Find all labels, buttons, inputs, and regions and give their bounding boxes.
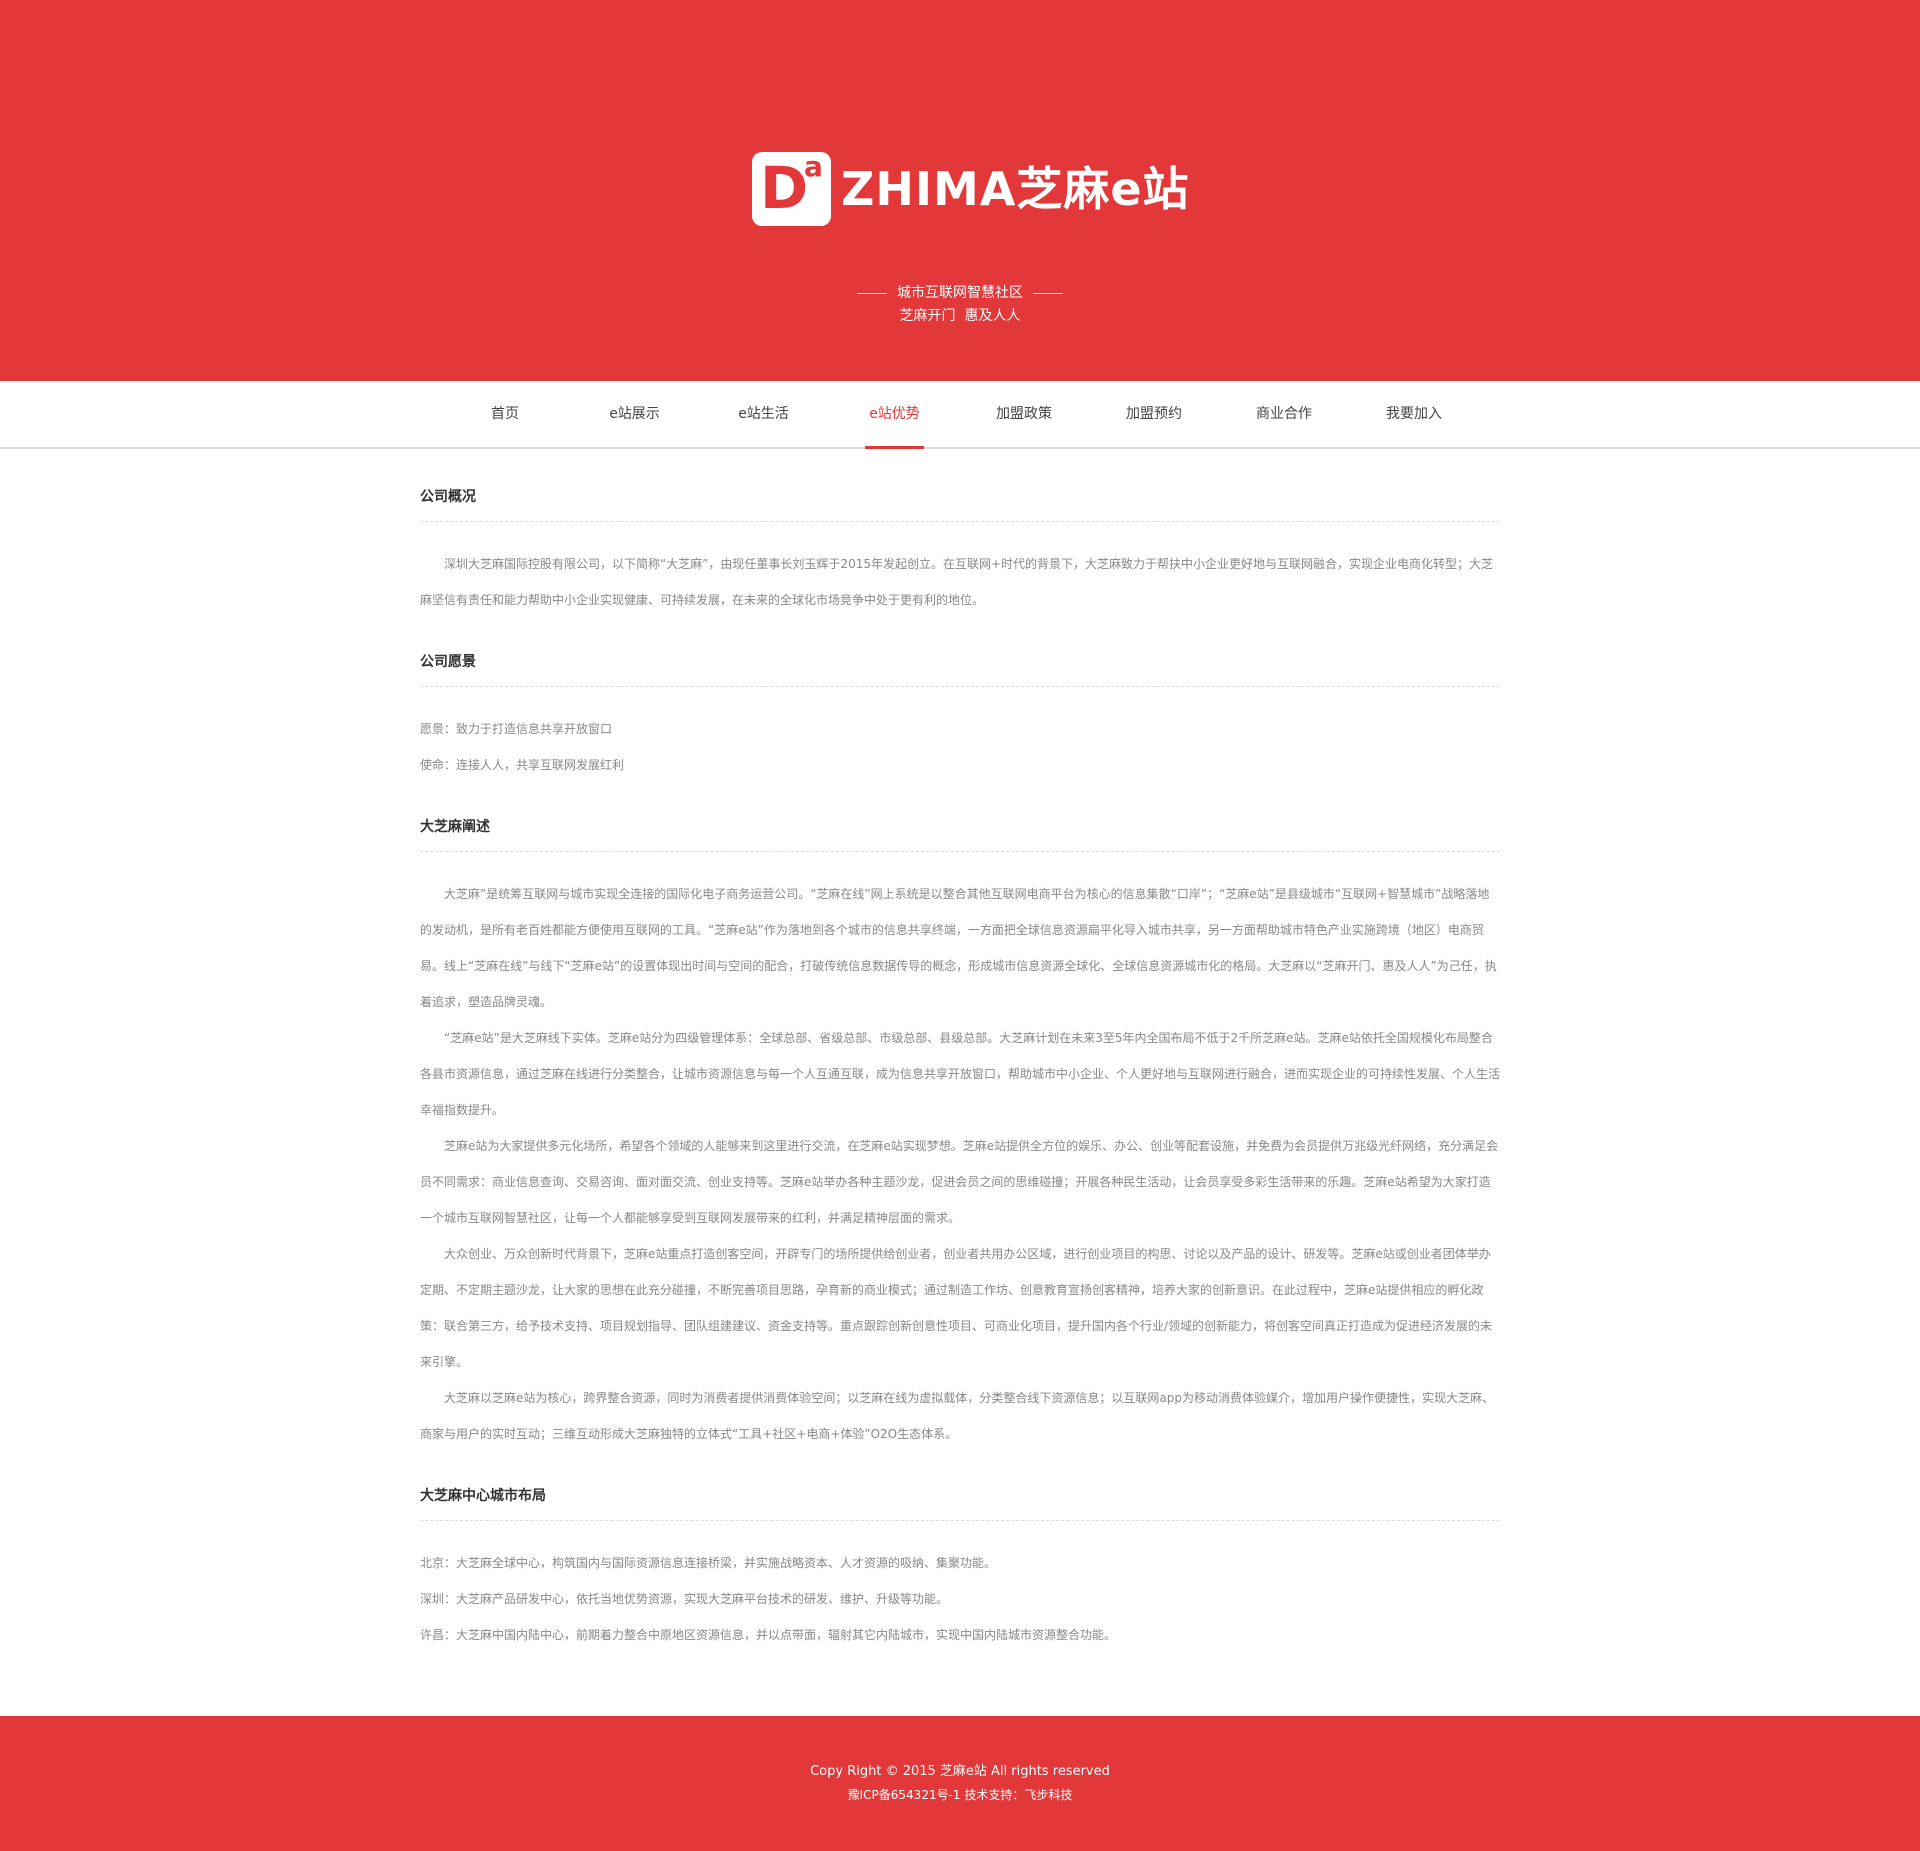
header-banner: D a ZHIMA芝麻e站 城市互联网智慧社区 芝麻开门 惠及人人: [0, 0, 1920, 381]
section-title-vision: 公司愿景: [420, 652, 1500, 687]
nav-item-advantages[interactable]: e站优势: [865, 381, 924, 449]
mission-line: 使命：连接人人，共享互联网发展红利: [420, 758, 625, 772]
explain-paragraph: 大众创业、万众创新时代背景下，芝麻e站重点打造创客空间，开辟专门的场所提供给创业…: [420, 1247, 1493, 1369]
slogan-dash-left: [857, 292, 887, 294]
explain-paragraph: 芝麻e站为大家提供多元化场所，希望各个领域的人能够来到这里进行交流，在芝麻e站实…: [420, 1139, 1499, 1225]
section-explain: 大芝麻阐述 大芝麻”是统筹互联网与城市实现全连接的国际化电子商务运营公司。“芝麻…: [420, 817, 1500, 1452]
slogan-line-2: 芝麻开门 惠及人人: [899, 308, 1021, 324]
logo-mark: D a: [752, 152, 831, 226]
main-nav: 首页 e站展示 e站生活 e站优势 加盟政策 加盟预约 商业合作 我要加入: [0, 381, 1920, 449]
main-content: 公司概况 深圳大芝麻国际控股有限公司，以下简称“大芝麻”，由现任董事长刘玉辉于2…: [420, 449, 1500, 1802]
nav-item-franchise-booking[interactable]: 加盟预约: [1124, 381, 1184, 447]
logo-superscript: a: [804, 150, 823, 183]
explain-paragraph: “芝麻e站”是大芝麻线下实体。芝麻e站分为四级管理体系：全球总部、省级总部、市级…: [420, 1031, 1501, 1117]
section-title-cities: 大芝麻中心城市布局: [420, 1486, 1500, 1521]
nav-item-join[interactable]: 我要加入: [1384, 381, 1444, 447]
slogan-main: 城市互联网智慧社区: [0, 282, 1920, 302]
nav-item-life[interactable]: e站生活: [737, 381, 790, 447]
explain-paragraph: 大芝麻”是统筹互联网与城市实现全连接的国际化电子商务运营公司。“芝麻在线”网上系…: [420, 887, 1497, 1009]
city-line-shenzhen: 深圳：大芝麻产品研发中心，依托当地优势资源，实现大芝麻平台技术的研发、维护、升级…: [420, 1592, 949, 1606]
footer-icp: 豫ICP备654321号-1 技术支持：飞步科技: [847, 1788, 1073, 1802]
footer: Copy Right © 2015 芝麻e站 All rights reserv…: [0, 1716, 1920, 1851]
nav-item-business-cooperation[interactable]: 商业合作: [1254, 381, 1314, 447]
logo-letter: D: [760, 154, 809, 222]
slogan-line-1: 城市互联网智慧社区: [897, 285, 1023, 301]
slogan-sub: 芝麻开门 惠及人人: [0, 305, 1920, 325]
section-title-explain: 大芝麻阐述: [420, 817, 1500, 852]
footer-copyright: Copy Right © 2015 芝麻e站 All rights reserv…: [810, 1764, 1110, 1779]
section-cities: 大芝麻中心城市布局 北京：大芝麻全球中心，构筑国内与国际资源信息连接桥梁，并实施…: [420, 1486, 1500, 1653]
city-line-beijing: 北京：大芝麻全球中心，构筑国内与国际资源信息连接桥梁，并实施战略资本、人才资源的…: [420, 1556, 997, 1570]
section-title-overview: 公司概况: [420, 487, 1500, 522]
explain-paragraph: 大芝麻以芝麻e站为核心，跨界整合资源，同时为消费者提供消费体验空间；以芝麻在线为…: [420, 1391, 1494, 1441]
vision-line: 愿景：致力于打造信息共享开放窗口: [420, 722, 613, 736]
nav-item-home[interactable]: 首页: [490, 381, 520, 447]
nav-item-showcase[interactable]: e站展示: [608, 381, 661, 447]
section-vision: 公司愿景 愿景：致力于打造信息共享开放窗口 使命：连接人人，共享互联网发展红利: [420, 652, 1500, 783]
overview-paragraph: 深圳大芝麻国际控股有限公司，以下简称“大芝麻”，由现任董事长刘玉辉于2015年发…: [420, 557, 1494, 607]
section-overview: 公司概况 深圳大芝麻国际控股有限公司，以下简称“大芝麻”，由现任董事长刘玉辉于2…: [420, 487, 1500, 618]
logo-wordmark: ZHIMA芝麻e站: [841, 162, 1190, 216]
nav-item-franchise-policy[interactable]: 加盟政策: [994, 381, 1054, 447]
city-line-xuchang: 许昌：大芝麻中国内陆中心，前期着力整合中原地区资源信息，并以点带面，辐射其它内陆…: [420, 1628, 1117, 1642]
site-logo[interactable]: D a ZHIMA芝麻e站: [752, 152, 1190, 226]
slogan-dash-right: [1033, 292, 1063, 294]
